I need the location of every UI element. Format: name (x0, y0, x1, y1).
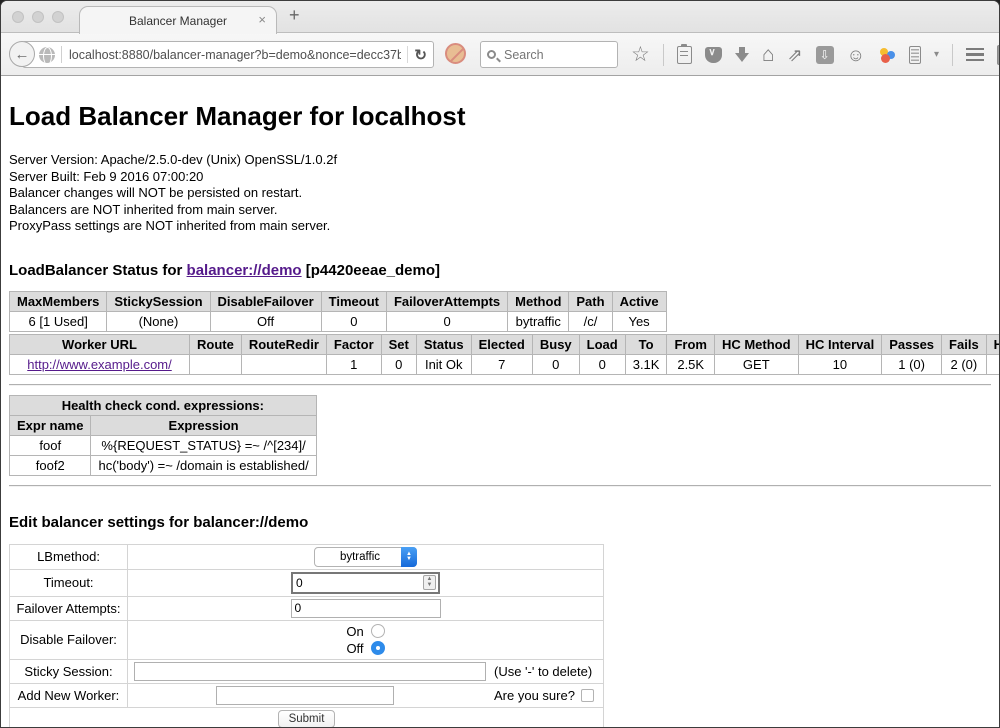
tab-close-icon[interactable]: × (258, 12, 266, 27)
page-content: Load Balancer Manager for localhost Serv… (1, 101, 999, 728)
balancer-demo-link[interactable]: balancer://demo (187, 262, 302, 279)
search-box[interactable] (480, 41, 618, 68)
radio-on[interactable] (371, 624, 385, 638)
dropdown-caret-icon[interactable]: ▾ (934, 49, 939, 60)
divider (9, 384, 991, 386)
table-header-row: MaxMembers StickySession DisableFailover… (10, 291, 667, 311)
disable-failover-label: Disable Failover: (10, 620, 128, 659)
window-controls[interactable] (12, 11, 64, 23)
table-row: http://www.example.com/ 1 0 Init Ok 7 0 … (10, 354, 1000, 374)
health-check-table: Health check cond. expressions: Expr nam… (9, 395, 317, 476)
table-header-row: Expr name Expression (10, 415, 317, 435)
table-header-row: Worker URL Route RouteRedir Factor Set S… (10, 334, 1000, 354)
radio-off-label: Off (346, 640, 363, 657)
tab-bar: Balancer Manager × + (1, 1, 999, 33)
persist-notice-line: Balancer changes will NOT be persisted o… (9, 185, 991, 202)
globe-icon (39, 47, 55, 63)
table-row: 6 [1 Used] (None) Off 0 0 bytraffic /c/ … (10, 311, 667, 331)
reload-icon[interactable]: ↻ (414, 46, 427, 64)
number-spinner-icon[interactable]: ▲▼ (423, 575, 436, 590)
pocket-icon[interactable] (705, 47, 722, 63)
disable-failover-row: Disable Failover: On Off (10, 620, 604, 659)
url-bar[interactable]: localhost:8880/balancer-manager?b=demo&n… (22, 41, 434, 68)
radio-off[interactable] (371, 641, 385, 655)
feedback-smiley-icon[interactable]: ☺ (847, 46, 865, 64)
tab-balancer-manager[interactable]: Balancer Manager × (79, 6, 277, 34)
bookmark-star-icon[interactable]: ☆ (631, 44, 650, 65)
worker-table: Worker URL Route RouteRedir Factor Set S… (9, 334, 1000, 375)
add-worker-row: Add New Worker: Are you sure? (10, 683, 604, 707)
close-window-button[interactable] (12, 11, 24, 23)
lbmethod-select[interactable]: bytraffic ▲▼ (314, 547, 417, 567)
menu-icon[interactable] (966, 48, 984, 61)
submit-row: Submit (10, 707, 604, 728)
plugin-blocked-icon[interactable] (445, 43, 466, 64)
tab-title: Balancer Manager (129, 14, 227, 28)
timeout-input[interactable] (293, 574, 423, 592)
edit-settings-heading: Edit balancer settings for balancer://de… (9, 514, 991, 531)
clipboard-icon[interactable] (677, 46, 692, 64)
divider (9, 485, 991, 487)
are-you-sure-checkbox[interactable] (581, 689, 594, 702)
table-row: foof2 hc('body') =~ /domain is establish… (10, 455, 317, 475)
search-icon (487, 50, 496, 59)
timeout-field-wrap: ▲▼ (291, 572, 440, 594)
container-icon[interactable] (909, 46, 921, 64)
add-worker-input[interactable] (216, 686, 394, 705)
sticky-session-row: Sticky Session: (Use '-' to delete) (10, 659, 604, 683)
add-worker-label: Add New Worker: (10, 683, 128, 707)
server-built-line: Server Built: Feb 9 2016 07:00:20 (9, 169, 991, 186)
url-text[interactable]: localhost:8880/balancer-manager?b=demo&n… (69, 48, 401, 62)
new-tab-button[interactable]: + (289, 5, 300, 26)
failover-attempts-row: Failover Attempts: (10, 596, 604, 620)
browser-window: Balancer Manager × + ← localhost:8880/ba… (0, 0, 1000, 728)
sticky-hint: (Use '-' to delete) (494, 664, 592, 679)
navigation-toolbar: ← localhost:8880/balancer-manager?b=demo… (1, 33, 999, 76)
zoom-window-button[interactable] (52, 11, 64, 23)
page-title: Load Balancer Manager for localhost (9, 101, 991, 132)
lbmethod-label: LBmethod: (10, 544, 128, 569)
search-input[interactable] (502, 47, 602, 63)
are-you-sure-label: Are you sure? (494, 688, 575, 703)
balancer-settings-form: LBmethod: bytraffic ▲▼ Timeout: ▲▼ (9, 544, 604, 728)
submit-button[interactable]: Submit (278, 710, 336, 728)
minimize-window-button[interactable] (32, 11, 44, 23)
failover-attempts-input[interactable] (291, 599, 441, 618)
table-title-row: Health check cond. expressions: (10, 395, 317, 415)
sticky-session-input[interactable] (134, 662, 486, 681)
proxypass-notice-line: ProxyPass settings are NOT inherited fro… (9, 218, 991, 235)
inherit-notice-line: Balancers are NOT inherited from main se… (9, 202, 991, 219)
extension-dots-icon[interactable] (878, 46, 896, 64)
sticky-session-label: Sticky Session: (10, 659, 128, 683)
status-heading: LoadBalancer Status for balancer://demo … (9, 262, 991, 279)
send-tab-icon[interactable]: ⇗ (788, 46, 803, 64)
failover-attempts-label: Failover Attempts: (10, 596, 128, 620)
radio-on-label: On (346, 623, 363, 640)
select-stepper-icon: ▲▼ (401, 547, 417, 567)
table-row: foof %{REQUEST_STATUS} =~ /^[234]/ (10, 435, 317, 455)
downloads-icon[interactable] (735, 53, 749, 62)
toolbar-icons: ☆ ⌂ ⇗ ⇩ ☺ ▾ (631, 33, 1000, 76)
worker-url-link[interactable]: http://www.example.com/ (27, 357, 172, 372)
download-square-icon[interactable]: ⇩ (816, 46, 834, 64)
back-button[interactable]: ← (9, 41, 35, 67)
server-version-line: Server Version: Apache/2.5.0-dev (Unix) … (9, 152, 991, 169)
timeout-label: Timeout: (10, 569, 128, 596)
timeout-row: Timeout: ▲▼ (10, 569, 604, 596)
home-icon[interactable]: ⌂ (762, 44, 775, 65)
lbmethod-row: LBmethod: bytraffic ▲▼ (10, 544, 604, 569)
balancer-status-table: MaxMembers StickySession DisableFailover… (9, 291, 667, 332)
